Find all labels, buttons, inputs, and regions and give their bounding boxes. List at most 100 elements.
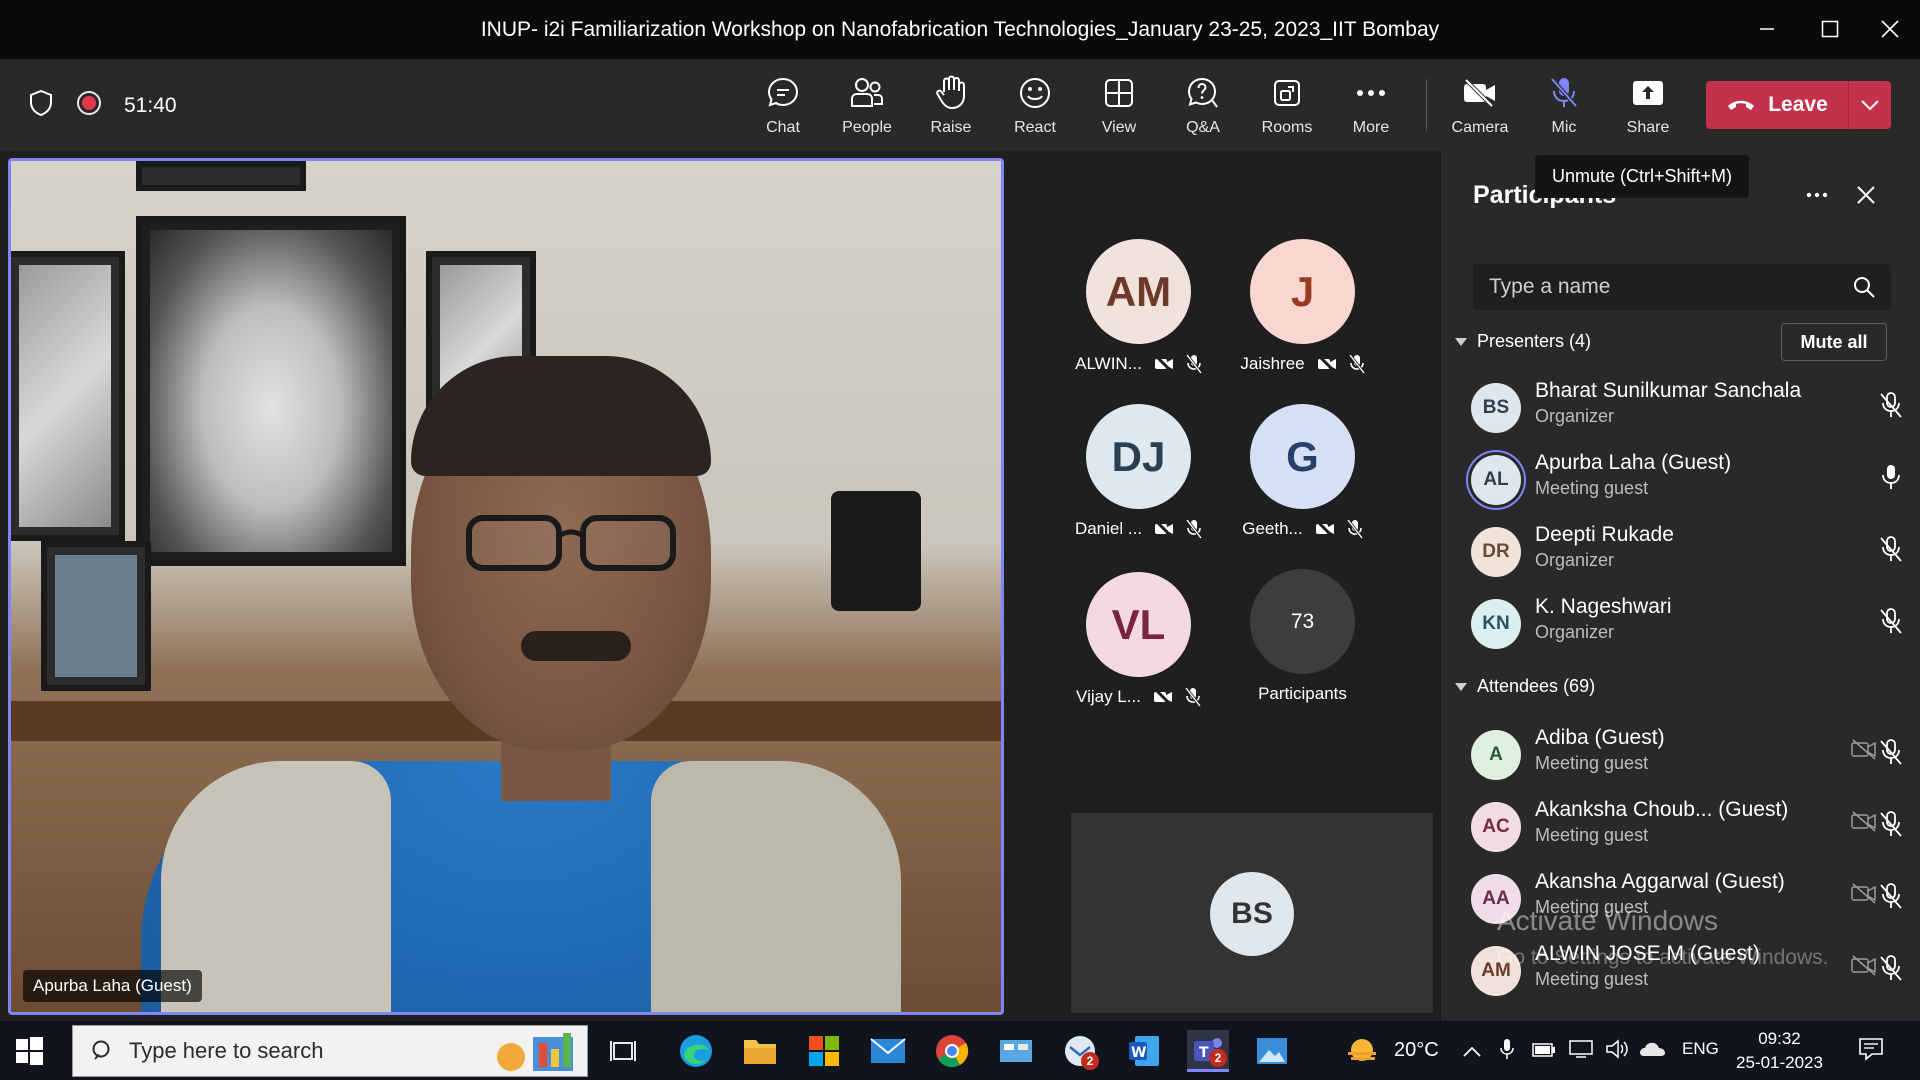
people-button[interactable]: People	[827, 73, 907, 162]
react-button[interactable]: React	[995, 73, 1075, 137]
participant-role: Meeting guest	[1535, 825, 1649, 845]
participant-tile[interactable]: AM ALWIN...	[1056, 239, 1221, 374]
show-hidden-icons-button[interactable]	[1463, 1041, 1481, 1062]
search-placeholder: Type a name	[1489, 275, 1611, 298]
chrome-icon	[936, 1035, 969, 1068]
teams-app[interactable]: T 2	[1187, 1030, 1229, 1072]
share-button[interactable]: Share	[1608, 73, 1688, 137]
start-button[interactable]	[14, 1036, 44, 1066]
notification-badge: 2	[1209, 1049, 1227, 1067]
onedrive-tray-icon[interactable]	[1638, 1041, 1666, 1062]
shield-icon[interactable]	[28, 89, 54, 122]
camera-off-icon	[1851, 954, 1877, 981]
svg-text:W: W	[1131, 1045, 1146, 1061]
tile-name: Geeth...	[1242, 519, 1303, 538]
windows-logo-icon	[16, 1037, 43, 1065]
leave-button-group: Leave	[1706, 81, 1891, 129]
participant-name: Akansha Aggarwal (Guest)	[1535, 870, 1785, 893]
panel-more-button[interactable]	[1797, 177, 1837, 213]
qa-button[interactable]: Q&A	[1163, 73, 1243, 137]
participant-name: K. Nageshwari	[1535, 595, 1672, 618]
camera-off-icon	[1315, 520, 1334, 538]
edge-icon	[680, 1035, 712, 1067]
chat-icon	[743, 73, 823, 113]
self-preview-tile[interactable]: BS	[1071, 813, 1433, 1013]
participant-row[interactable]: AL Apurba Laha (Guest) Meeting guest	[1471, 449, 1901, 509]
participant-name: Deepti Rukade	[1535, 523, 1674, 546]
panel-close-button[interactable]	[1846, 177, 1886, 213]
leave-options-button[interactable]	[1849, 100, 1891, 110]
network-tray-icon[interactable]	[1568, 1039, 1594, 1064]
weather-widget[interactable]	[1340, 1030, 1382, 1072]
file-explorer-app[interactable]	[739, 1030, 781, 1072]
view-icon	[1079, 73, 1159, 113]
close-window-button[interactable]	[1865, 12, 1915, 46]
notifications-button[interactable]	[1858, 1037, 1884, 1066]
participant-search-input[interactable]: Type a name	[1473, 264, 1891, 310]
participant-row[interactable]: AC Akanksha Choub... (Guest) Meeting gue…	[1471, 796, 1903, 856]
presenters-section-header[interactable]: Presenters (4)	[1455, 331, 1591, 352]
participant-tile[interactable]: G Geeth...	[1220, 404, 1385, 539]
activate-windows-hint: Go to Settings to activate Windows.	[1497, 946, 1829, 969]
camera-off-icon	[1154, 520, 1174, 538]
share-icon	[1608, 73, 1688, 113]
more-icon	[1806, 192, 1828, 198]
react-label: React	[1014, 119, 1056, 136]
avatar: DR	[1471, 527, 1521, 577]
maximize-button[interactable]	[1805, 12, 1855, 46]
view-button[interactable]: View	[1079, 73, 1159, 137]
avatar: BS	[1471, 383, 1521, 433]
participant-tile[interactable]: VL Vijay L...	[1056, 572, 1221, 707]
attendees-section-header[interactable]: Attendees (69)	[1455, 676, 1595, 697]
word-app[interactable]: W	[1123, 1030, 1165, 1072]
participant-name: Akanksha Choub... (Guest)	[1535, 798, 1789, 821]
avatar: A	[1471, 730, 1521, 780]
avatar: AL	[1471, 455, 1521, 505]
more-button[interactable]: More	[1331, 73, 1411, 137]
participant-row[interactable]: A Adiba (Guest) Meeting guest	[1471, 724, 1902, 784]
system-clock[interactable]: 09:32 25-01-2023	[1736, 1027, 1823, 1075]
tile-name: Daniel ...	[1074, 519, 1143, 538]
microphone-tray-icon[interactable]	[1500, 1038, 1514, 1065]
camera-button[interactable]: Camera	[1440, 73, 1520, 137]
mail-app[interactable]	[867, 1030, 909, 1072]
raise-hand-icon	[911, 73, 991, 113]
mic-off-icon	[1346, 519, 1363, 539]
participant-row[interactable]: BS Bharat Sunilkumar Sanchala Organizer	[1471, 377, 1902, 437]
main-video-tile[interactable]: Apurba Laha (Guest)	[8, 158, 1004, 1015]
glasses	[466, 515, 676, 571]
participant-row[interactable]: DR Deepti Rukade Organizer	[1471, 521, 1902, 581]
participants-overflow-tile[interactable]: 73 Participants	[1220, 569, 1385, 704]
language-indicator[interactable]: ENG	[1682, 1039, 1719, 1059]
task-view-button[interactable]	[602, 1030, 644, 1072]
participant-tile[interactable]: DJ Daniel ...	[1056, 404, 1221, 539]
raise-hand-button[interactable]: Raise	[911, 73, 991, 137]
edge-app[interactable]	[675, 1030, 717, 1072]
clock-time: 09:32	[1758, 1029, 1801, 1048]
photos-app[interactable]	[1251, 1030, 1293, 1072]
participant-tile[interactable]: J Jaishree	[1220, 239, 1385, 374]
store-app[interactable]	[803, 1030, 845, 1072]
control-panel-app[interactable]	[995, 1030, 1037, 1072]
taskbar-search-input[interactable]: Type here to search	[72, 1025, 588, 1077]
chat-button[interactable]: Chat	[743, 73, 823, 137]
chevron-down-icon	[1455, 682, 1467, 691]
wall-frame	[136, 161, 306, 191]
rooms-button[interactable]: Rooms	[1247, 73, 1327, 137]
leave-button[interactable]: Leave	[1706, 81, 1848, 129]
participant-row[interactable]: KN K. Nageshwari Organizer	[1471, 593, 1902, 653]
meeting-timer: 51:40	[124, 93, 177, 117]
battery-tray-icon[interactable]	[1532, 1041, 1556, 1062]
mustache	[521, 631, 631, 661]
outlook-app[interactable]: 2	[1059, 1030, 1101, 1072]
raise-label: Raise	[930, 119, 972, 136]
volume-tray-icon[interactable]	[1605, 1039, 1629, 1064]
chrome-app[interactable]	[931, 1030, 973, 1072]
recording-icon	[76, 90, 102, 121]
mute-all-button[interactable]: Mute all	[1781, 323, 1887, 361]
mic-off-icon	[1879, 810, 1903, 843]
mic-button[interactable]: Mic	[1524, 73, 1604, 137]
minimize-button[interactable]	[1742, 12, 1792, 46]
search-icon	[1854, 277, 1875, 298]
share-label: Share	[1626, 119, 1670, 136]
